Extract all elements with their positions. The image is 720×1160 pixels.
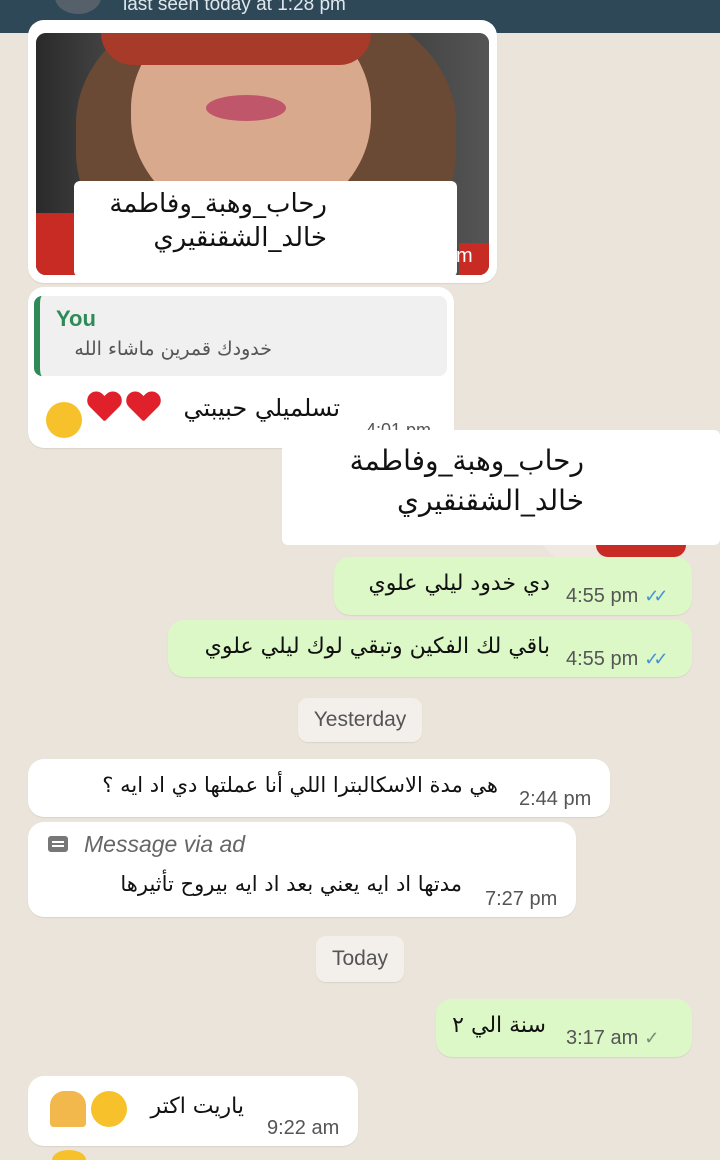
message-time: 3:17 am ✓ — [566, 1027, 659, 1050]
reply-message-text: تسلميلي حبيبتي — [183, 394, 340, 422]
message-time-label: 4:55 pm — [566, 585, 639, 607]
message-time: 4:55 pm ✓✓ — [566, 648, 668, 671]
single-check-icon: ✓ — [644, 1028, 660, 1048]
kiss-face-emoji — [46, 401, 82, 438]
praying-hands-emoji — [50, 1091, 86, 1127]
outgoing-message-bubble[interactable]: باقي لك الفكين وتبقي لوك ليلي علوي 4:55 … — [168, 620, 692, 677]
caption-line-1: رحاب_وهبة_وفاطمة — [109, 189, 327, 219]
message-text: باقي لك الفكين وتبقي لوك ليلي علوي — [204, 634, 550, 659]
red-heart-emoji — [126, 392, 160, 424]
photo-caption-card: رحاب_وهبة_وفاطمة خالد_الشقنقيري — [74, 181, 457, 277]
message-time-label: 4:55 pm — [566, 648, 639, 670]
day-separator-yesterday: Yesterday — [298, 698, 422, 742]
message-time: 2:44 pm — [519, 788, 592, 810]
red-heart-emoji — [87, 392, 121, 424]
outgoing-message-bubble[interactable]: سنة الي ٢ 3:17 am ✓ — [436, 999, 692, 1057]
overlay-caption-line-2: خالد_الشقنقيري — [397, 484, 584, 517]
incoming-message-bubble[interactable]: ياريت اكتر 9:22 am — [28, 1076, 358, 1146]
reply-message-emojis — [46, 392, 160, 438]
quote-author: You — [56, 306, 96, 331]
outgoing-message-bubble[interactable]: دي خدود ليلي علوي 4:55 pm ✓✓ — [334, 557, 692, 615]
photo-edge — [596, 545, 686, 557]
message-via-ad-text: Message via ad — [84, 831, 246, 857]
double-check-icon: ✓✓ — [644, 649, 668, 669]
message-text: مدتها اد ايه يعني بعد اد ايه بيروح تأثير… — [120, 872, 462, 896]
sunglasses — [101, 33, 371, 65]
photo-message-time: m — [456, 245, 473, 267]
message-time: 4:55 pm ✓✓ — [566, 585, 668, 608]
message-text: سنة الي ٢ — [452, 1013, 546, 1038]
message-text: ياريت اكتر — [150, 1094, 244, 1119]
incoming-message-bubble[interactable]: هي مدة الاسكالبترا اللي أنا عملتها دي اد… — [28, 759, 610, 817]
contact-avatar[interactable] — [55, 0, 101, 14]
last-seen-status: last seen today at 1:28 pm — [123, 0, 346, 15]
message-time: 7:27 pm — [485, 888, 558, 910]
message-emojis — [50, 1091, 128, 1127]
message-text: دي خدود ليلي علوي — [368, 571, 550, 596]
overlay-caption-line-1: رحاب_وهبة_وفاطمة — [349, 444, 584, 477]
overlay-caption-card: رحاب_وهبة_وفاطمة خالد_الشقنقيري — [282, 430, 720, 545]
day-separator-today: Today — [316, 936, 404, 982]
message-text: هي مدة الاسكالبترا اللي أنا عملتها دي اد… — [102, 773, 498, 797]
message-time: 9:22 am — [267, 1117, 340, 1139]
caption-line-2: خالد_الشقنقيري — [153, 223, 327, 253]
quoted-message[interactable]: You خدودك قمرين ماشاء الله — [34, 296, 447, 376]
tears-of-joy-emoji — [91, 1091, 128, 1127]
double-check-icon: ✓✓ — [644, 586, 668, 606]
message-time-label: 3:17 am — [566, 1027, 639, 1049]
message-via-ad-label: Message via ad — [50, 831, 245, 858]
quote-text: خدودك قمرين ماشاء الله — [74, 338, 272, 360]
